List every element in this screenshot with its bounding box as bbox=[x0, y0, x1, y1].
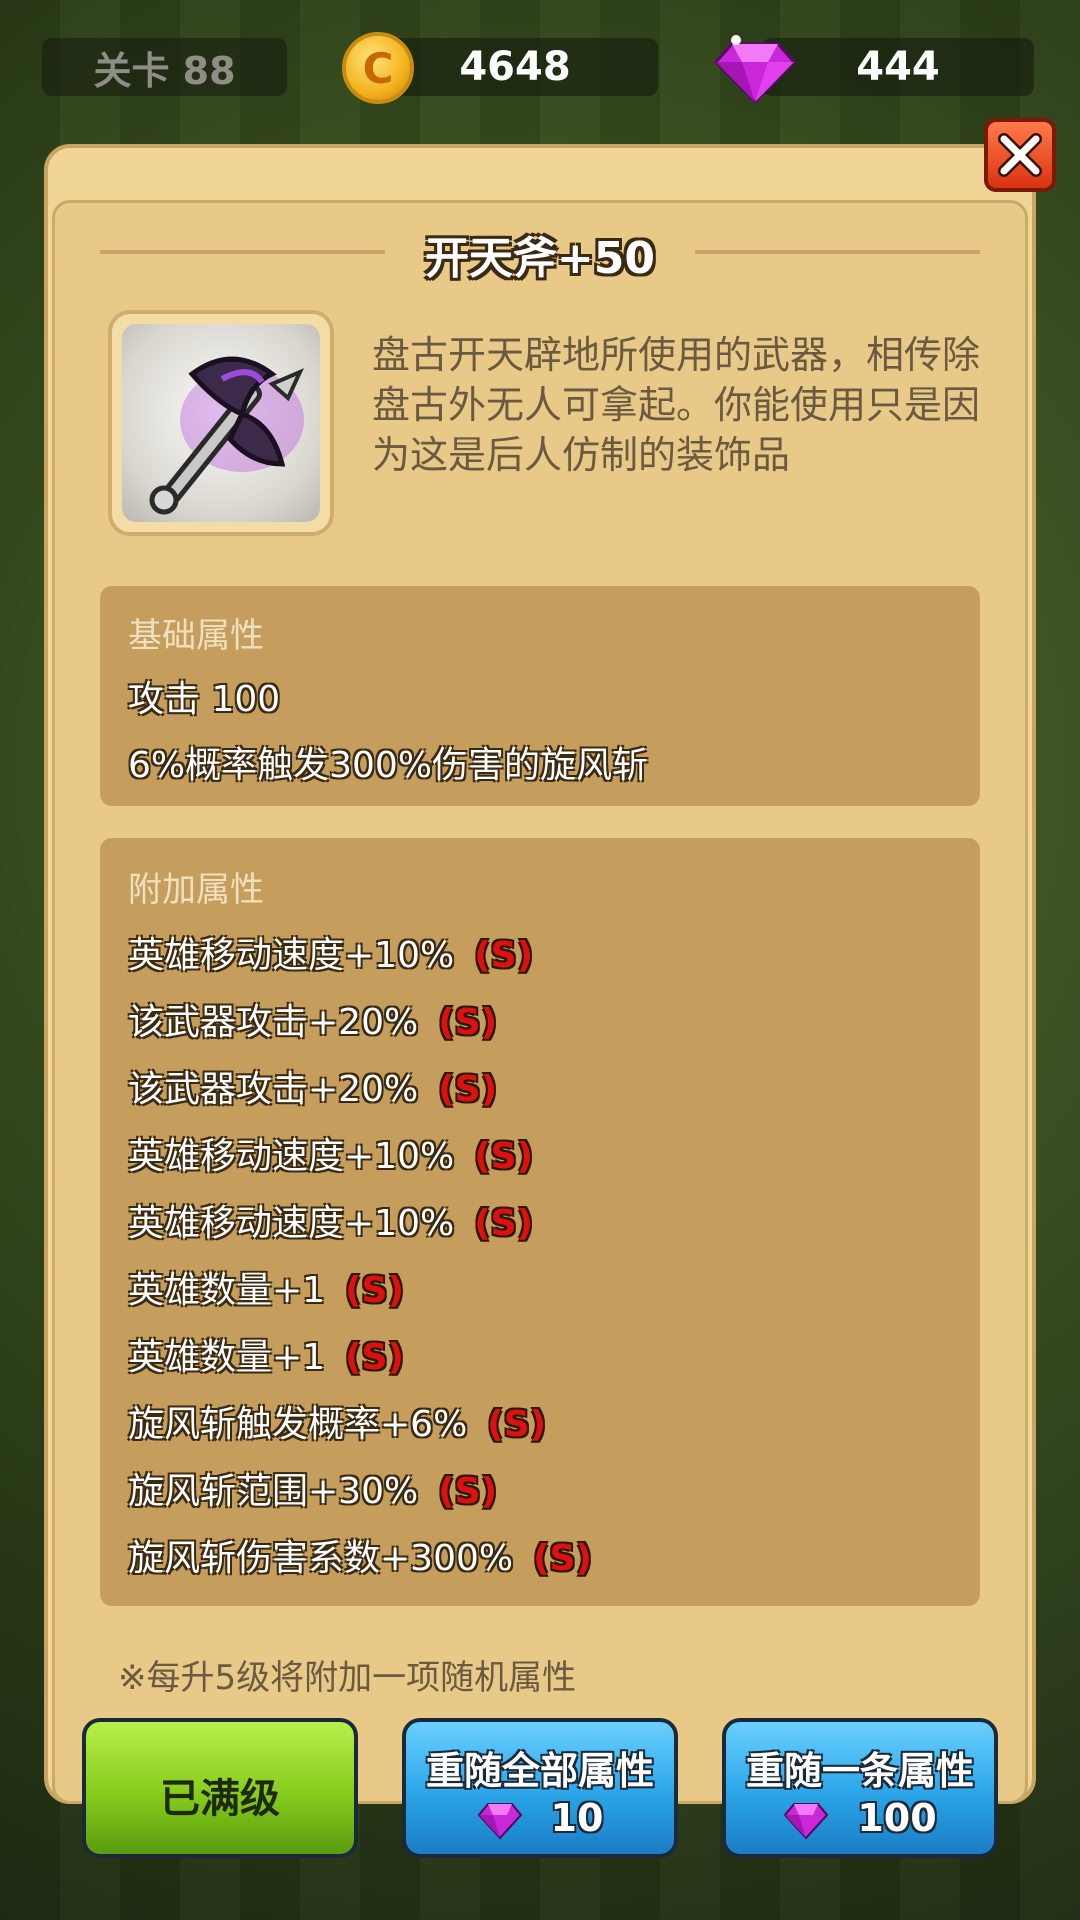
upgrade-note: ※每升5级将附加一项随机属性 bbox=[118, 1658, 577, 1698]
reroll-all-cost-value: 10 bbox=[550, 1796, 604, 1840]
extra-attribute-line: 英雄移动速度+10% (S) bbox=[128, 926, 533, 978]
grade-s-badge: (S) bbox=[438, 1002, 498, 1043]
base-attribute-line: 6%概率触发300%伤害的旋风斩 bbox=[128, 745, 649, 786]
base-attribute-line: 攻击 100 bbox=[128, 679, 281, 720]
title-row: 开天斧+50 bbox=[100, 222, 980, 284]
extra-attribute-line: 英雄移动速度+10% (S) bbox=[128, 1194, 533, 1246]
grade-s-badge: (S) bbox=[438, 1471, 498, 1512]
gem-icon bbox=[713, 35, 797, 105]
attribute-text: 旋风斩伤害系数+300% bbox=[128, 1538, 514, 1579]
gem-icon bbox=[784, 1803, 829, 1840]
coin-icon: C bbox=[342, 32, 414, 104]
grade-s-badge: (S) bbox=[474, 1136, 534, 1177]
item-icon-background bbox=[122, 324, 320, 522]
extra-attribute-line: 英雄移动速度+10% (S) bbox=[128, 1127, 533, 1179]
top-status-bar: 关卡 88 4648 C 444 bbox=[0, 0, 1080, 140]
extra-attributes-header: 附加属性 bbox=[128, 870, 264, 910]
close-button[interactable] bbox=[984, 118, 1056, 192]
reroll-all-button[interactable]: 重随全部属性 10 bbox=[402, 1718, 678, 1858]
extra-attribute-line: 该武器攻击+20% (S) bbox=[128, 1060, 497, 1112]
reroll-one-cost-value: 100 bbox=[857, 1796, 937, 1840]
close-icon bbox=[998, 133, 1042, 177]
grade-s-badge: (S) bbox=[345, 1337, 404, 1378]
attribute-text: 英雄移动速度+10% bbox=[128, 935, 455, 976]
level-indicator: 关卡 88 bbox=[42, 38, 287, 96]
gem-icon bbox=[477, 1803, 522, 1840]
grade-s-badge: (S) bbox=[487, 1404, 547, 1445]
item-description: 盘古开天辟地所使用的武器，相传除盘古外无人可拿起。你能使用只是因为这是后人仿制的… bbox=[372, 333, 981, 477]
extra-attributes-box: 附加属性 英雄移动速度+10% (S) 该武器攻击+20% (S) 该武器攻击+20… bbox=[100, 838, 980, 1606]
attribute-text: 旋风斩范围+30% bbox=[128, 1471, 419, 1512]
grade-s-badge: (S) bbox=[474, 1203, 534, 1244]
grade-s-badge: (S) bbox=[438, 1069, 498, 1110]
attribute-text: 英雄移动速度+10% bbox=[128, 1203, 455, 1244]
gem-counter: 444 bbox=[762, 38, 1034, 96]
base-attributes-box: 基础属性 攻击 100 6%概率触发300%伤害的旋风斩 bbox=[100, 586, 980, 806]
max-level-button[interactable]: 已满级 bbox=[82, 1718, 358, 1858]
reroll-all-label: 重随全部属性 bbox=[425, 1749, 654, 1793]
base-attributes-header: 基础属性 bbox=[128, 616, 264, 656]
grade-s-badge: (S) bbox=[533, 1538, 592, 1579]
attribute-text: 该武器攻击+20% bbox=[128, 1069, 419, 1110]
extra-attribute-line: 旋风斩触发概率+6% (S) bbox=[128, 1395, 546, 1447]
item-title: 开天斧+50 bbox=[424, 233, 656, 284]
grade-s-badge: (S) bbox=[474, 935, 534, 976]
axe-icon bbox=[149, 356, 304, 515]
attribute-text: 英雄移动速度+10% bbox=[128, 1136, 455, 1177]
reroll-one-cost: 100 bbox=[726, 1796, 994, 1840]
reroll-all-cost: 10 bbox=[406, 1796, 674, 1840]
extra-attribute-line: 旋风斩范围+30% (S) bbox=[128, 1462, 497, 1514]
max-level-label: 已满级 bbox=[160, 1776, 280, 1822]
attribute-text: 英雄数量+1 bbox=[128, 1337, 326, 1378]
extra-attribute-line: 英雄数量+1 (S) bbox=[128, 1261, 404, 1313]
extra-attribute-line: 英雄数量+1 (S) bbox=[128, 1328, 404, 1380]
extra-attribute-line: 旋风斩伤害系数+300% (S) bbox=[128, 1529, 592, 1581]
attribute-text: 英雄数量+1 bbox=[128, 1270, 326, 1311]
coin-counter: 4648 bbox=[372, 38, 658, 96]
attribute-text: 旋风斩触发概率+6% bbox=[128, 1404, 468, 1445]
reroll-one-button[interactable]: 重随一条属性 100 bbox=[722, 1718, 998, 1858]
reroll-one-label: 重随一条属性 bbox=[745, 1749, 974, 1793]
extra-attribute-line: 该武器攻击+20% (S) bbox=[128, 993, 497, 1045]
attribute-text: 该武器攻击+20% bbox=[128, 1002, 419, 1043]
grade-s-badge: (S) bbox=[345, 1270, 404, 1311]
item-icon-frame bbox=[108, 310, 334, 536]
